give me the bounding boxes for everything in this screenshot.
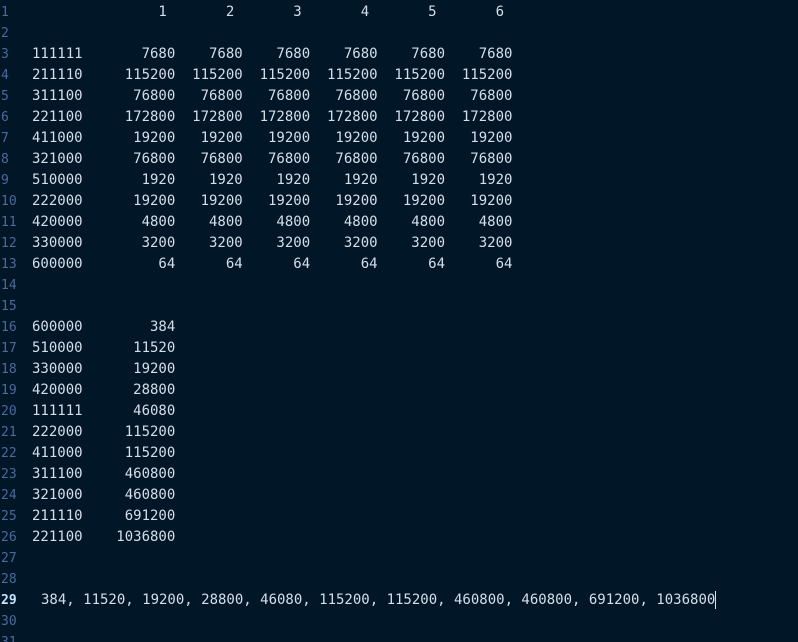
line-text[interactable]: 111111 7680 7680 7680 7680 7680 7680 [32, 44, 512, 65]
line-text[interactable]: 211110 691200 [32, 506, 175, 527]
line-number: 28 [1, 572, 17, 587]
line-number-active: 29 [1, 593, 17, 608]
line-text[interactable]: 222000 115200 [32, 422, 175, 443]
line-number: 21 [1, 425, 17, 440]
line-number: 20 [1, 404, 17, 419]
editor-line-4[interactable]: 4 211110 115200 115200 115200 115200 1152… [0, 65, 798, 86]
line-number: 19 [1, 383, 17, 398]
line-number: 7 [1, 131, 9, 146]
line-number: 14 [1, 278, 17, 293]
line-number: 30 [1, 614, 17, 629]
editor-line-14[interactable]: 14 [0, 275, 798, 296]
text-editor[interactable]: 1 1 2 3 4 5 6 2 3 111111 7680 7680 7680 7… [0, 0, 798, 642]
editor-line-23[interactable]: 23 311100 460800 [0, 464, 798, 485]
line-number: 17 [1, 341, 17, 356]
line-number: 22 [1, 446, 17, 461]
line-number: 1 [1, 5, 9, 20]
editor-line-20[interactable]: 20 111111 46080 [0, 401, 798, 422]
editor-line-28[interactable]: 28 [0, 569, 798, 590]
editor-line-29-active[interactable]: 29 384, 11520, 19200, 28800, 46080, 11520… [0, 590, 798, 611]
line-number: 9 [1, 173, 9, 188]
line-text[interactable]: 420000 28800 [32, 380, 175, 401]
line-number: 27 [1, 551, 17, 566]
line-number: 18 [1, 362, 17, 377]
editor-line-12[interactable]: 12 330000 3200 3200 3200 3200 3200 3200 [0, 233, 798, 254]
line-text[interactable]: 420000 4800 4800 4800 4800 4800 4800 [32, 212, 512, 233]
line-text[interactable]: 600000 64 64 64 64 64 64 [32, 254, 512, 275]
line-number: 15 [1, 299, 17, 314]
line-number: 8 [1, 152, 9, 167]
editor-line-16[interactable]: 16 600000 384 [0, 317, 798, 338]
line-number: 12 [1, 236, 17, 251]
line-text[interactable]: 211110 115200 115200 115200 115200 11520… [32, 65, 512, 86]
line-text[interactable]: 330000 19200 [32, 359, 175, 380]
line-text[interactable]: 321000 76800 76800 76800 76800 76800 768… [32, 149, 512, 170]
editor-line-3[interactable]: 3 111111 7680 7680 7680 7680 7680 7680 [0, 44, 798, 65]
editor-line-6[interactable]: 6 221100 172800 172800 172800 172800 1728… [0, 107, 798, 128]
line-text[interactable]: 600000 384 [32, 317, 175, 338]
line-text[interactable]: 311100 460800 [32, 464, 175, 485]
line-number: 3 [1, 47, 9, 62]
line-number: 2 [1, 26, 9, 41]
line-text[interactable]: 321000 460800 [32, 485, 175, 506]
editor-line-8[interactable]: 8 321000 76800 76800 76800 76800 76800 76… [0, 149, 798, 170]
line-text[interactable]: 411000 115200 [32, 443, 175, 464]
editor-line-11[interactable]: 11 420000 4800 4800 4800 4800 4800 4800 [0, 212, 798, 233]
editor-line-21[interactable]: 21 222000 115200 [0, 422, 798, 443]
line-text[interactable]: 221100 1036800 [32, 527, 175, 548]
editor-line-2[interactable]: 2 [0, 23, 798, 44]
line-number: 6 [1, 110, 9, 125]
editor-line-15[interactable]: 15 [0, 296, 798, 317]
editor-line-7[interactable]: 7 411000 19200 19200 19200 19200 19200 19… [0, 128, 798, 149]
editor-line-1[interactable]: 1 1 2 3 4 5 6 [0, 2, 798, 23]
editor-line-13[interactable]: 13 600000 64 64 64 64 64 64 [0, 254, 798, 275]
editor-line-17[interactable]: 17 510000 11520 [0, 338, 798, 359]
line-text-active[interactable]: 384, 11520, 19200, 28800, 46080, 115200,… [41, 590, 717, 611]
line-text-content[interactable]: 384, 11520, 19200, 28800, 46080, 115200,… [41, 592, 715, 608]
line-text[interactable]: 510000 11520 [32, 338, 175, 359]
line-text[interactable]: 510000 1920 1920 1920 1920 1920 1920 [32, 170, 512, 191]
editor-line-5[interactable]: 5 311100 76800 76800 76800 76800 76800 76… [0, 86, 798, 107]
editor-line-22[interactable]: 22 411000 115200 [0, 443, 798, 464]
text-cursor [715, 591, 717, 609]
line-number: 24 [1, 488, 17, 503]
line-text[interactable]: 221100 172800 172800 172800 172800 17280… [32, 107, 512, 128]
editor-line-31[interactable]: 31 [0, 632, 798, 642]
line-number: 4 [1, 68, 9, 83]
line-text[interactable]: 311100 76800 76800 76800 76800 76800 768… [32, 86, 512, 107]
line-number: 5 [1, 89, 9, 104]
line-text[interactable]: 1 2 3 4 5 6 [32, 2, 504, 23]
line-number: 16 [1, 320, 17, 335]
editor-line-24[interactable]: 24 321000 460800 [0, 485, 798, 506]
editor-line-9[interactable]: 9 510000 1920 1920 1920 1920 1920 1920 [0, 170, 798, 191]
editor-line-26[interactable]: 26 221100 1036800 [0, 527, 798, 548]
line-number: 31 [0, 632, 21, 642]
line-text[interactable]: 111111 46080 [32, 401, 175, 422]
line-number: 10 [1, 194, 17, 209]
line-text[interactable]: 411000 19200 19200 19200 19200 19200 192… [32, 128, 512, 149]
editor-line-27[interactable]: 27 [0, 548, 798, 569]
line-text[interactable]: 222000 19200 19200 19200 19200 19200 192… [32, 191, 512, 212]
editor-line-19[interactable]: 19 420000 28800 [0, 380, 798, 401]
line-number: 11 [1, 215, 17, 230]
line-number: 26 [1, 530, 17, 545]
editor-line-18[interactable]: 18 330000 19200 [0, 359, 798, 380]
line-number: 25 [1, 509, 17, 524]
editor-line-10[interactable]: 10 222000 19200 19200 19200 19200 19200 1… [0, 191, 798, 212]
editor-line-30[interactable]: 30 [0, 611, 798, 632]
line-number: 13 [1, 257, 17, 272]
line-text[interactable]: 330000 3200 3200 3200 3200 3200 3200 [32, 233, 512, 254]
editor-line-25[interactable]: 25 211110 691200 [0, 506, 798, 527]
line-number: 23 [1, 467, 17, 482]
